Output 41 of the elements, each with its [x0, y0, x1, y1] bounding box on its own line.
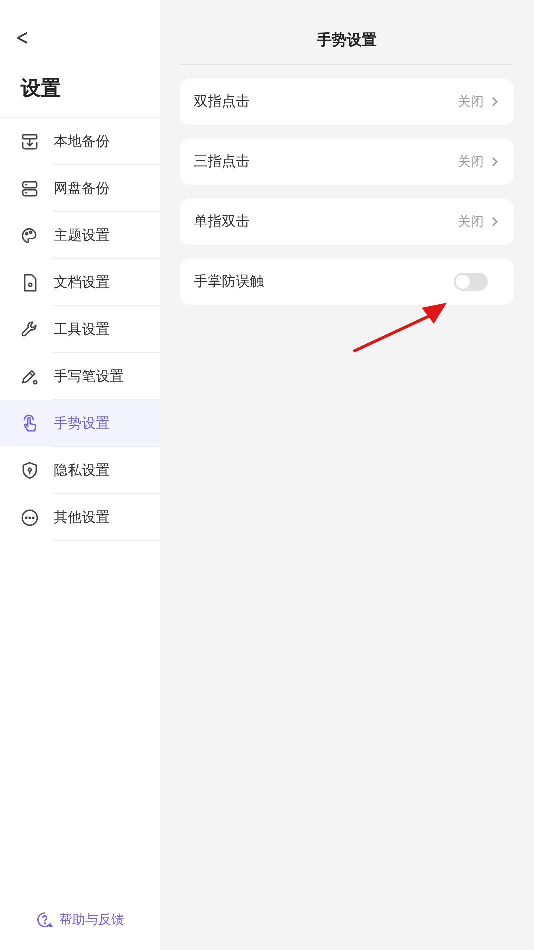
sidebar-item-label: 手写笔设置: [54, 368, 124, 386]
toggle-switch[interactable]: [454, 273, 488, 291]
setting-label: 单指双击: [194, 213, 251, 231]
back-button[interactable]: <: [16, 26, 37, 51]
setting-value: 关闭: [458, 154, 484, 171]
sidebar-item[interactable]: 主题设置: [0, 212, 160, 259]
sidebar-item[interactable]: 手势设置: [0, 400, 160, 447]
setting-value: 关闭: [458, 214, 484, 231]
sidebar-item-label: 文档设置: [54, 274, 110, 292]
sidebar-item[interactable]: 文档设置: [0, 259, 160, 306]
sidebar-item-label: 其他设置: [54, 508, 110, 526]
setting-value: 关闭: [458, 94, 484, 111]
setting-row[interactable]: 单指双击 关闭: [180, 199, 514, 245]
setting-label: 手掌防误触: [194, 273, 265, 291]
sidebar-item-label: 工具设置: [54, 320, 110, 338]
setting-label: 三指点击: [194, 153, 251, 171]
more-icon: [20, 508, 40, 528]
server-icon: [20, 178, 40, 198]
page-title: 手势设置: [180, 0, 514, 65]
sidebar-item[interactable]: 其他设置: [0, 494, 160, 541]
sidebar-item-label: 隐私设置: [54, 462, 110, 480]
chevron-icon: [490, 97, 500, 107]
help-icon: [36, 911, 54, 929]
sidebar-item[interactable]: 工具设置: [0, 306, 160, 353]
sidebar-item[interactable]: 手写笔设置: [0, 353, 160, 400]
download-tray-icon: [20, 132, 40, 152]
sidebar-item-label: 网盘备份: [54, 180, 110, 198]
sidebar-item[interactable]: 隐私设置: [0, 447, 160, 494]
sidebar-item-label: 主题设置: [54, 226, 110, 244]
sidebar-title: 设置: [21, 75, 62, 102]
setting-row[interactable]: 双指点击 关闭: [180, 79, 514, 125]
sidebar-item[interactable]: 网盘备份: [0, 165, 160, 212]
setting-label: 双指点击: [194, 93, 251, 111]
sidebar-item-label: 本地备份: [54, 132, 110, 150]
sidebar-item[interactable]: 本地备份: [0, 118, 160, 165]
sidebar-item-label: 手势设置: [54, 414, 110, 432]
chevron-icon: [490, 217, 500, 227]
help-link[interactable]: 帮助与反馈: [36, 911, 124, 929]
chevron-icon: [490, 157, 500, 167]
setting-row[interactable]: 三指点击 关闭: [180, 139, 514, 185]
shield-icon: [20, 460, 40, 480]
